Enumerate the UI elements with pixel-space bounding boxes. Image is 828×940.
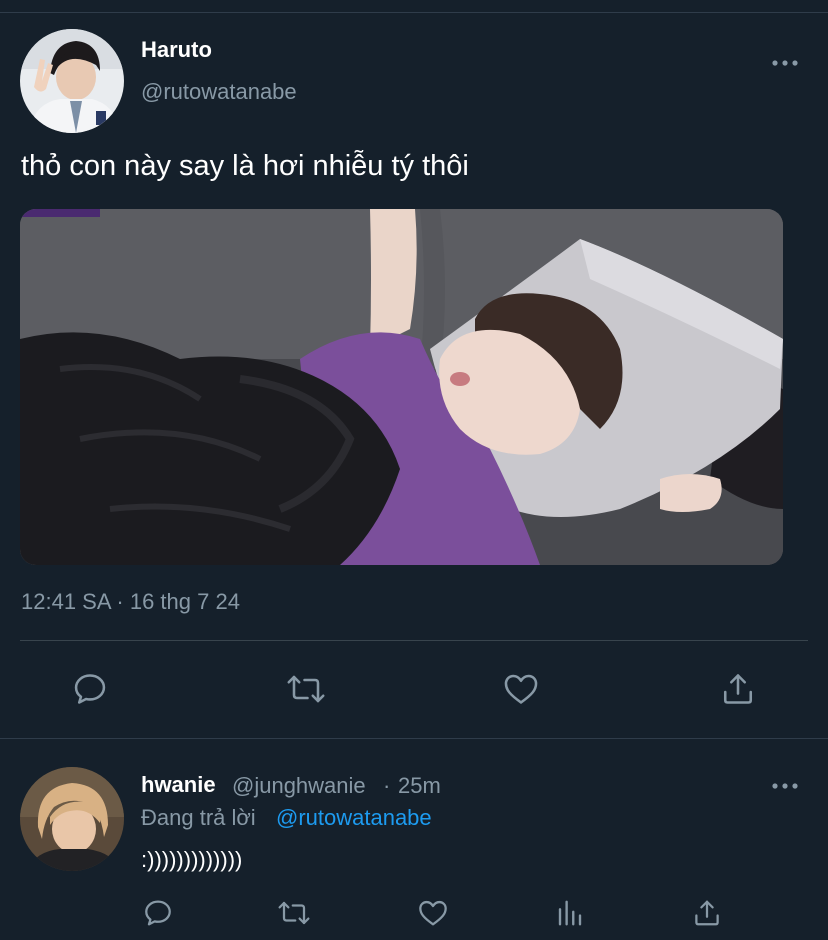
more-options-icon[interactable] xyxy=(770,53,800,73)
reply-separator: · xyxy=(383,773,391,798)
replying-to-label: Đang trả lời xyxy=(141,805,256,830)
reply-text: :))))))))))))) xyxy=(141,847,243,872)
author-avatar[interactable] xyxy=(20,29,124,133)
main-tweet: Haruto @rutowatanabe thỏ con này say là … xyxy=(0,13,828,738)
reply-icon[interactable] xyxy=(68,667,112,711)
analytics-icon[interactable] xyxy=(550,893,590,933)
retweet-icon[interactable] xyxy=(284,667,328,711)
reply-icon[interactable] xyxy=(138,893,178,933)
like-icon[interactable] xyxy=(499,667,543,711)
like-icon[interactable] xyxy=(413,893,453,933)
replying-to-mention[interactable]: @rutowatanabe xyxy=(276,805,432,831)
author-handle[interactable]: @rutowatanabe xyxy=(141,79,297,105)
tweet-timestamp[interactable]: 12:41 SA · 16 thg 7 24 xyxy=(21,589,240,615)
tweet-photo[interactable] xyxy=(20,209,783,565)
tweet-text: thỏ con này say là hơi nhiễu tý thôi xyxy=(21,150,469,182)
reply-timestamp[interactable]: 25m xyxy=(398,773,441,799)
share-icon[interactable] xyxy=(687,893,727,933)
author-name[interactable]: Haruto xyxy=(141,37,212,63)
reply-tweet[interactable]: hwanie @junghwanie · 25m Đang trả lời @r… xyxy=(0,739,828,940)
reply-author-name[interactable]: hwanie xyxy=(141,772,216,798)
reply-author-avatar[interactable] xyxy=(20,767,124,871)
reply-more-options-icon[interactable] xyxy=(770,776,800,796)
reply-author-handle[interactable]: @junghwanie xyxy=(232,773,366,799)
retweet-icon[interactable] xyxy=(274,893,314,933)
share-icon[interactable] xyxy=(716,667,760,711)
tweet-divider xyxy=(20,640,808,641)
